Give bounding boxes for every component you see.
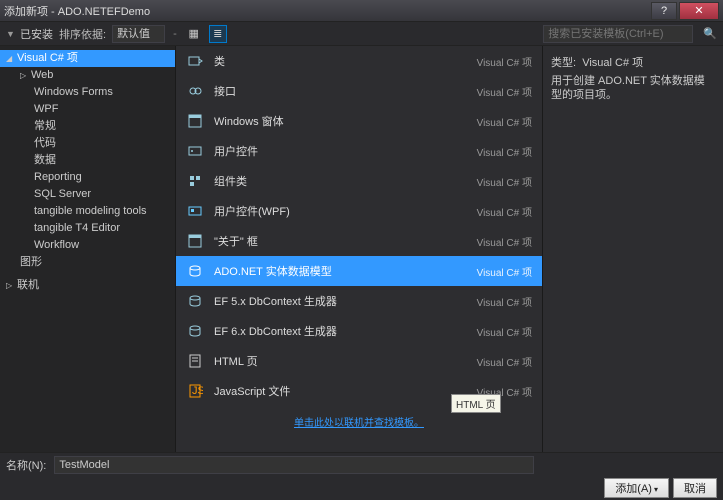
sort-select[interactable]: 默认值 [112,25,165,43]
description-panel: 类型: Visual C# 项 用于创建 ADO.NET 实体数据模型的项目项。 [543,46,723,452]
template-row[interactable]: EF 6.x DbContext 生成器 Visual C# 项 [176,316,542,346]
search-input[interactable] [543,25,693,43]
template-icon [186,262,204,280]
toolbar: ▼ 已安装 排序依据: 默认值 - ▦ ≣ 🔍 [0,22,723,46]
tree-node[interactable]: 数据 [0,152,175,169]
tree-node[interactable]: 常规 [0,118,175,135]
tree-node-visual-csharp[interactable]: ◢Visual C# 项 [0,50,175,67]
chevron-down-icon[interactable]: ▼ [6,29,14,39]
template-label: EF 6.x DbContext 生成器 [214,323,467,339]
online-link[interactable]: 单击此处以联机并查找模板。 [294,418,424,429]
tree-node[interactable]: tangible T4 Editor [0,220,175,237]
cancel-button[interactable]: 取消 [673,478,717,498]
template-category: Visual C# 项 [477,174,532,189]
template-icon [186,52,204,70]
close-button[interactable]: ✕ [679,2,719,20]
template-icon [186,82,204,100]
name-input[interactable] [54,456,534,474]
template-row[interactable]: EF 5.x DbContext 生成器 Visual C# 项 [176,286,542,316]
template-icon [186,172,204,190]
tree-node[interactable]: ▷Web [0,67,175,84]
template-category: Visual C# 项 [477,294,532,309]
grid-view-button[interactable]: ▦ [185,25,203,43]
tree-node[interactable]: Windows Forms [0,84,175,101]
template-row[interactable]: 用户控件(WPF) Visual C# 项 [176,196,542,226]
template-icon [186,142,204,160]
template-category: Visual C# 项 [477,84,532,99]
tree-node[interactable]: tangible modeling tools [0,203,175,220]
template-label: EF 5.x DbContext 生成器 [214,293,467,309]
template-icon [186,202,204,220]
template-label: 接口 [214,83,467,99]
template-icon [186,112,204,130]
template-label: 用户控件(WPF) [214,203,467,219]
search-icon[interactable]: 🔍 [703,27,717,40]
template-label: 组件类 [214,173,467,189]
template-row[interactable]: 类 Visual C# 项 [176,46,542,76]
desc-type: 类型: Visual C# 项 [551,54,715,70]
category-tree: ◢Visual C# 项 ▷Web Windows Forms WPF 常规 代… [0,46,175,452]
template-icon [186,352,204,370]
template-row[interactable]: 接口 Visual C# 项 [176,76,542,106]
template-label: 类 [214,53,467,69]
template-row[interactable]: 用户控件 Visual C# 项 [176,136,542,166]
template-category: Visual C# 项 [477,204,532,219]
desc-body: 用于创建 ADO.NET 实体数据模型的项目项。 [551,74,715,102]
template-icon: JS [186,382,204,400]
template-category: Visual C# 项 [477,144,532,159]
template-category: Visual C# 项 [477,54,532,69]
template-icon [186,232,204,250]
separator: - [173,28,177,40]
template-category: Visual C# 项 [477,234,532,249]
installed-label[interactable]: 已安装 [20,26,53,42]
template-row[interactable]: ADO.NET 实体数据模型 Visual C# 项 [176,256,542,286]
template-icon [186,322,204,340]
template-list: 类Visual C# 项接口Visual C# 项Windows 窗体Visua… [175,46,543,452]
template-category: Visual C# 项 [477,114,532,129]
window-title: 添加新项 - ADO.NETEFDemo [4,3,649,19]
template-row[interactable]: HTML 页 Visual C# 项 [176,346,542,376]
tree-node[interactable]: WPF [0,101,175,118]
tree-node[interactable]: Reporting [0,169,175,186]
tree-node-online[interactable]: ▷联机 [0,277,175,294]
template-row[interactable]: "关于" 框 Visual C# 项 [176,226,542,256]
tree-node[interactable]: 图形 [0,254,175,271]
template-label: ADO.NET 实体数据模型 [214,263,467,279]
tree-node[interactable]: 代码 [0,135,175,152]
sort-label: 排序依据: [59,26,106,42]
template-category: Visual C# 项 [477,354,532,369]
template-category: Visual C# 项 [477,324,532,339]
template-label: Windows 窗体 [214,113,467,129]
svg-text:JS: JS [192,385,203,397]
template-row[interactable]: 组件类 Visual C# 项 [176,166,542,196]
tree-node[interactable]: Workflow [0,237,175,254]
name-label: 名称(N): [6,457,46,473]
name-bar: 名称(N): [0,452,723,476]
template-label: "关于" 框 [214,233,467,249]
title-bar: 添加新项 - ADO.NETEFDemo ? ✕ [0,0,723,22]
template-icon [186,292,204,310]
button-bar: 添加(A)▾ 取消 [0,476,723,500]
template-label: HTML 页 [214,353,467,369]
template-label: 用户控件 [214,143,467,159]
tooltip: HTML 页 [451,394,501,413]
add-button[interactable]: 添加(A)▾ [604,478,669,498]
template-category: Visual C# 项 [477,264,532,279]
list-view-button[interactable]: ≣ [209,25,227,43]
template-label: JavaScript 文件 [214,383,467,399]
help-button[interactable]: ? [651,2,677,20]
tree-node[interactable]: SQL Server [0,186,175,203]
template-row[interactable]: Windows 窗体 Visual C# 项 [176,106,542,136]
